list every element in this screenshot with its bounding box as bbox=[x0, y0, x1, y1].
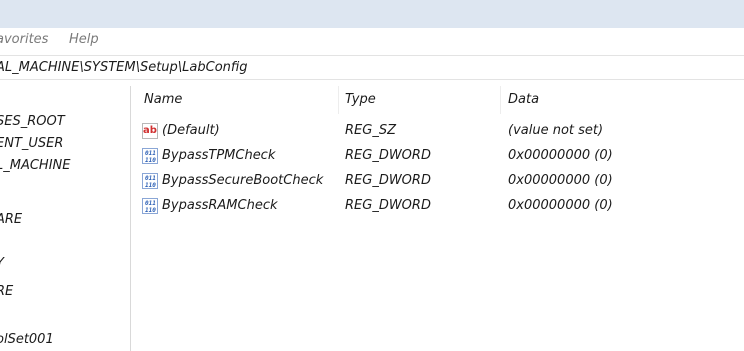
values-list: Name Type Data ab (Default) REG_SZ (valu… bbox=[134, 86, 744, 351]
value-name: (Default) bbox=[162, 123, 220, 138]
svg-text:011: 011 bbox=[145, 150, 156, 157]
value-type: REG_DWORD bbox=[345, 173, 431, 188]
value-data: (value not set) bbox=[508, 123, 604, 138]
title-bar bbox=[0, 0, 744, 28]
tree-item-local-machine[interactable]: L_MACHINE bbox=[0, 158, 70, 173]
string-value-icon: ab bbox=[142, 123, 158, 139]
column-divider[interactable] bbox=[338, 86, 339, 114]
value-data: 0x00000000 (0) bbox=[508, 198, 613, 213]
svg-text:110: 110 bbox=[145, 207, 156, 214]
key-tree: SES_ROOT ENT_USER L_MACHINE ARE Y RE olS… bbox=[0, 86, 130, 351]
svg-text:011: 011 bbox=[145, 175, 156, 182]
svg-text:110: 110 bbox=[145, 157, 156, 164]
address-bar[interactable]: AL_MACHINE\SYSTEM\Setup\LabConfig bbox=[0, 55, 744, 80]
value-row-bypasstpmcheck[interactable]: 011 110 BypassTPMCheck REG_DWORD 0x00000… bbox=[134, 144, 744, 169]
column-header-type[interactable]: Type bbox=[345, 92, 376, 107]
binary-value-icon: 011 110 bbox=[142, 148, 158, 164]
tree-item-security[interactable]: Y bbox=[0, 256, 4, 271]
value-data: 0x00000000 (0) bbox=[508, 148, 613, 163]
value-data: 0x00000000 (0) bbox=[508, 173, 613, 188]
value-name: BypassTPMCheck bbox=[162, 148, 276, 163]
tree-item-hardware[interactable]: RE bbox=[0, 284, 13, 299]
tree-item-current-user[interactable]: ENT_USER bbox=[0, 136, 63, 151]
value-name: BypassRAMCheck bbox=[162, 198, 278, 213]
svg-text:011: 011 bbox=[145, 200, 156, 207]
address-path[interactable]: AL_MACHINE\SYSTEM\Setup\LabConfig bbox=[0, 60, 248, 75]
menu-bar: avorites Help bbox=[0, 28, 744, 51]
column-divider[interactable] bbox=[500, 86, 501, 114]
binary-value-icon: 011 110 bbox=[142, 198, 158, 214]
tree-item-controlset001[interactable]: olSet001 bbox=[0, 332, 54, 347]
binary-value-icon: 011 110 bbox=[142, 173, 158, 189]
tree-item-software[interactable]: ARE bbox=[0, 212, 22, 227]
column-header-data[interactable]: Data bbox=[508, 92, 539, 107]
value-type: REG_DWORD bbox=[345, 198, 431, 213]
svg-text:110: 110 bbox=[145, 182, 156, 189]
value-row-bypassramcheck[interactable]: 011 110 BypassRAMCheck REG_DWORD 0x00000… bbox=[134, 194, 744, 219]
value-row-default[interactable]: ab (Default) REG_SZ (value not set) bbox=[134, 119, 744, 144]
value-row-bypasssecurebootcheck[interactable]: 011 110 BypassSecureBootCheck REG_DWORD … bbox=[134, 169, 744, 194]
value-type: REG_DWORD bbox=[345, 148, 431, 163]
menu-help[interactable]: Help bbox=[69, 32, 99, 47]
value-name: BypassSecureBootCheck bbox=[162, 173, 324, 188]
menu-favorites[interactable]: avorites bbox=[0, 32, 48, 47]
value-type: REG_SZ bbox=[345, 123, 396, 138]
tree-item-classes-root[interactable]: SES_ROOT bbox=[0, 114, 65, 129]
column-header-name[interactable]: Name bbox=[144, 92, 182, 107]
